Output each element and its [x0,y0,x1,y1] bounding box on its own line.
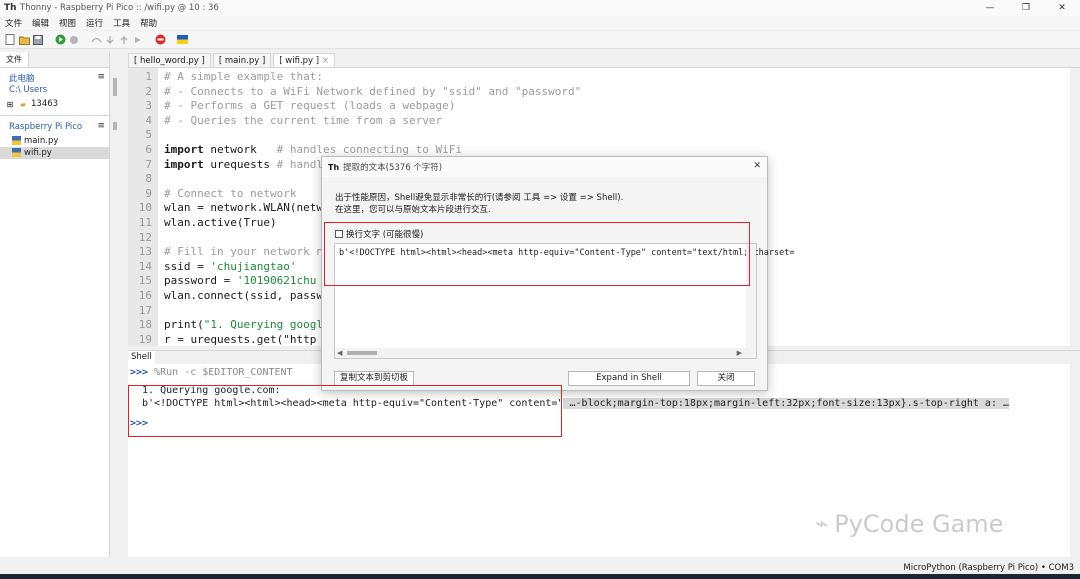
dialog-close-icon[interactable]: ✕ [753,161,761,171]
stop-icon[interactable] [154,34,166,46]
ukraine-flag-icon[interactable] [176,34,188,46]
interpreter-status[interactable]: MicroPython (Raspberry Pi Pico) • COM3 [903,563,1074,573]
red-highlight-box-dialog [324,222,750,286]
thonny-app-icon: Th [4,3,17,13]
local-tree-item[interactable]: ⊞ ▰ 13463 [0,98,109,110]
device-menu-icon[interactable]: ≡ [97,121,105,131]
code-line: 3 # - Performs a GET request (loads a web… [145,99,456,113]
truncated-text-marker[interactable]: … [563,398,576,409]
file-label: main.py [24,136,59,146]
dialog-title-bar: Th 提取的文本(5376 个字符) [322,157,767,177]
tab-main[interactable]: [ main.py ] [212,53,272,67]
code-line: 4 # - Queries the current time from a ser… [145,113,443,127]
thonny-dialog-icon: Th [328,162,340,172]
tab-hello-word[interactable]: [ hello_word.py ] [128,53,211,67]
text-horizontal-scrollbar[interactable]: ◀ ▶ [335,348,756,358]
scroll-right-icon[interactable]: ▶ [737,348,742,358]
python-file-icon [11,135,21,147]
scroll-thumb[interactable] [347,351,377,355]
device-file-item[interactable]: main.py [0,135,109,147]
menu-edit[interactable]: 编辑 [27,17,54,29]
close-dialog-button[interactable]: 关闭 [697,371,755,386]
run-icon[interactable] [54,34,66,46]
tab-wifi[interactable]: [ wifi.py ] × [273,53,335,67]
dialog-message-2: 在这里，您可以与原始文本片段进行交互. [335,205,491,215]
open-file-icon[interactable] [18,34,30,46]
file-label: wifi.py [24,148,52,158]
resume-icon[interactable] [132,34,144,46]
shell-command-line: >>> %Run -c $EDITOR_CONTENT [130,367,293,378]
device-title: Raspberry Pi Pico [9,122,83,132]
local-path[interactable]: C:\ Users [0,84,109,95]
watermark: ⌁ PyCode Game [815,510,1003,538]
title-bar: Th Thonny - Raspberry Pi Pico :: /wifi.p… [0,0,1080,16]
menu-tools[interactable]: 工具 [108,17,135,29]
device-file-item-selected[interactable]: wifi.py [0,147,109,159]
files-tab[interactable]: 文件 [0,52,29,67]
code-line: 1 # A simple example that: [145,70,323,83]
files-tab-header: 文件 [0,52,109,68]
local-menu-icon[interactable]: ≡ [97,72,105,82]
expand-plus-icon[interactable]: ⊞ [5,100,15,109]
step-out-icon[interactable] [118,34,130,46]
new-file-icon[interactable] [4,34,16,46]
dialog-title: 提取的文本(5376 个字符) [343,163,443,173]
menu-help[interactable]: 帮助 [135,17,162,29]
menu-bar: 文件 编辑 视图 运行 工具 帮助 [0,16,1080,30]
menu-run[interactable]: 运行 [81,17,108,29]
red-highlight-box-shell [128,385,562,437]
files-panel: 文件 ≡ 此电脑 C:\ Users ⊞ ▰ 13463 ≡ Raspberry… [0,52,110,557]
expand-in-shell-button[interactable]: Expand in Shell [568,371,690,386]
toolbar [0,31,1080,49]
close-window-button[interactable]: ✕ [1044,0,1080,16]
wechat-logo-icon: ⌁ [815,511,829,537]
editor-tab-bar: [ hello_word.py ] [ main.py ] [ wifi.py … [128,52,1080,68]
minimize-button[interactable]: — [972,0,1008,16]
debug-icon[interactable] [68,34,80,46]
window-title: Thonny - Raspberry Pi Pico :: /wifi.py @… [20,3,219,13]
code-line: 5 [145,128,152,142]
os-taskbar [0,574,1080,579]
copy-to-clipboard-button[interactable]: 复制文本到剪切板 [334,371,414,386]
local-folder-label: 13463 [31,99,59,109]
step-over-icon[interactable] [90,34,102,46]
menu-view[interactable]: 视图 [54,17,81,29]
dialog-message-1: 出于性能原因，Shell避免显示非常长的行(请参阅 工具 => 设置 => Sh… [335,193,624,203]
save-file-icon[interactable] [32,34,44,46]
files-scrollbar[interactable] [112,70,118,350]
menu-file[interactable]: 文件 [0,17,27,29]
shell-tab[interactable]: Shell [128,351,155,364]
scroll-left-icon[interactable]: ◀ [337,348,342,358]
python-file-icon [11,147,21,159]
close-tab-icon[interactable]: × [322,56,329,66]
maximize-button[interactable]: ❐ [1008,0,1044,16]
local-computer-title: 此电脑 [9,74,35,84]
code-line: 2 # - Connects to a WiFi Network defined … [145,84,582,98]
editor-scrollbar[interactable] [1070,68,1080,346]
watermark-text: PyCode Game [834,510,1004,538]
tab-wifi-label: [ wifi.py ] [279,56,320,66]
folder-icon: ▰ [19,99,27,109]
window-controls: — ❐ ✕ [972,0,1080,16]
step-into-icon[interactable] [104,34,116,46]
